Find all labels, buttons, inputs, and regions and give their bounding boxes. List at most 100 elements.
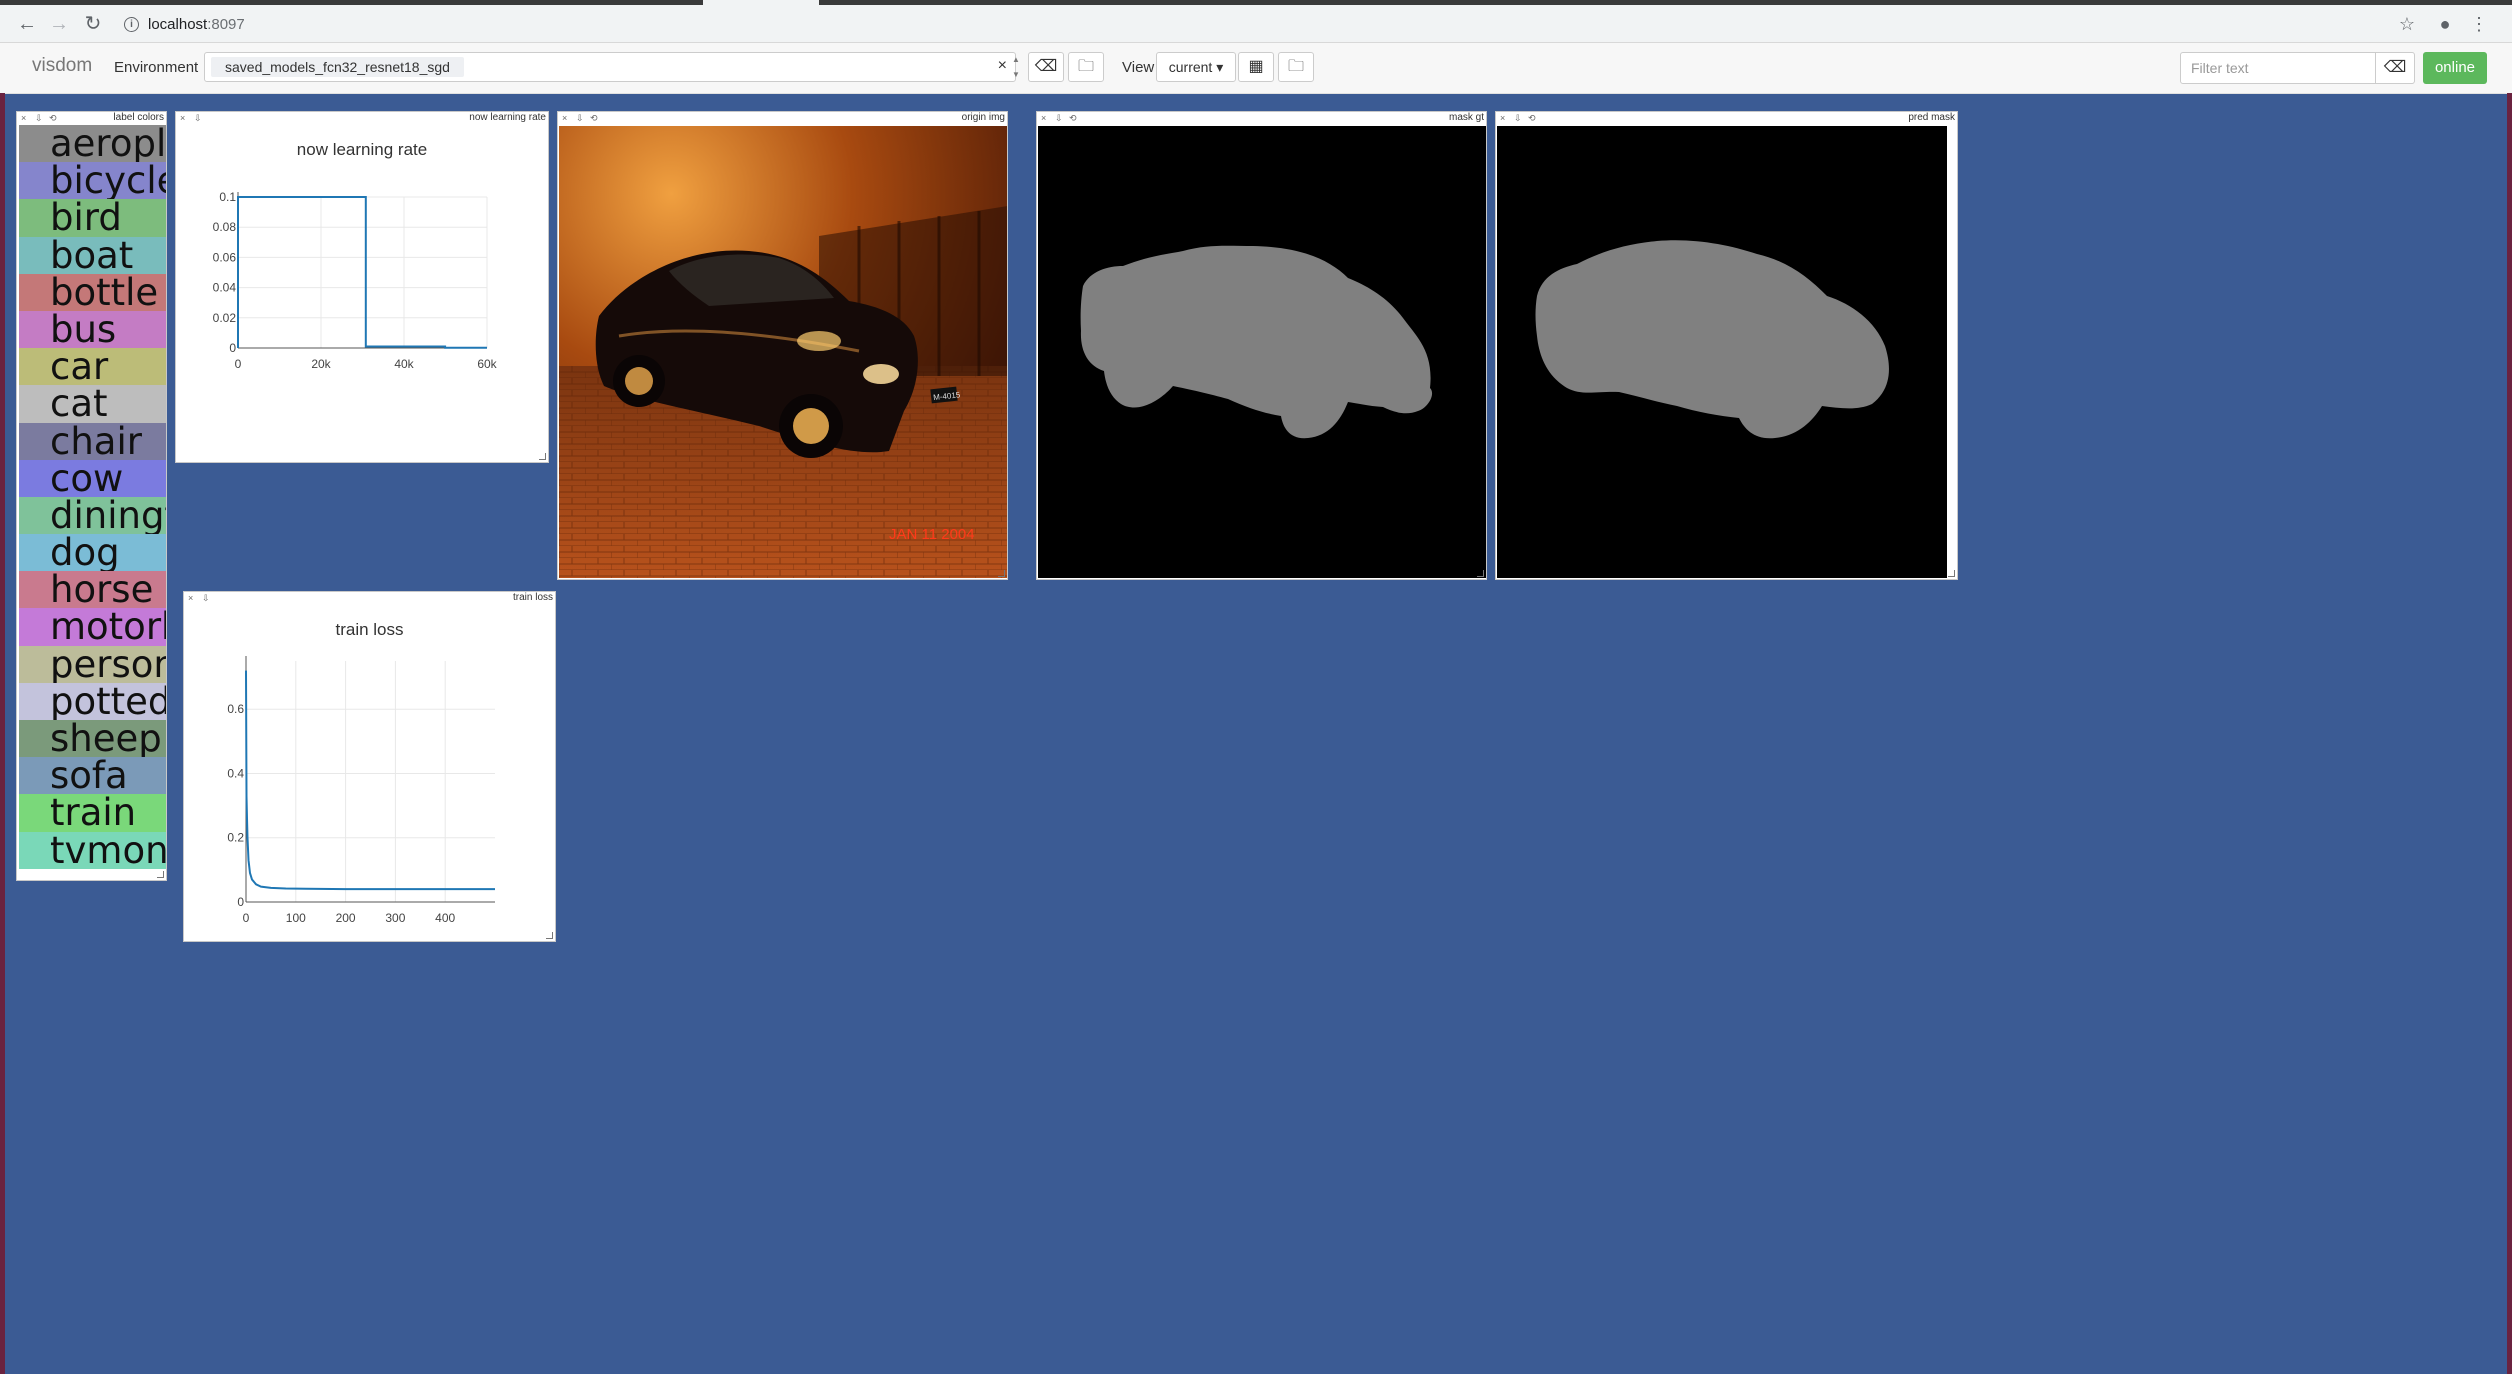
label-color-cow: cow [19,459,166,497]
label-color-bicycle: bicycle [19,162,166,200]
online-status-button[interactable]: online [2423,52,2487,84]
save-icon[interactable]: ⇩ [1514,112,1522,124]
y-tick-label: 0.2 [227,831,244,845]
x-tick-label: 300 [385,911,405,925]
resize-handle[interactable] [539,453,546,460]
save-icon[interactable]: ⇩ [35,112,43,124]
view-select[interactable]: current ▾ [1156,52,1236,82]
ground-truth-mask-image [1038,126,1486,578]
pane-label-colors[interactable]: × ⇩ ⟲ label colors aeroplanebicyclebirdb… [16,111,167,881]
manage-env-folder-icon[interactable]: 🗀 [1068,52,1104,82]
right-window-border [2507,93,2512,1374]
date-stamp: JAN 11 2004 [889,526,975,543]
env-scroll-arrows-icon[interactable]: ▲ ▼ [1011,52,1021,82]
brand-logo[interactable]: visdom [32,55,92,77]
resize-handle[interactable] [998,570,1005,577]
environment-chip[interactable]: saved_models_fcn32_resnet18_sgd [211,57,464,77]
resize-handle[interactable] [546,932,553,939]
pane-title: label colors [113,112,164,123]
clear-icon[interactable]: × [998,57,1007,75]
url-host: localhost [148,16,208,33]
manage-views-folder-icon[interactable]: 🗀 [1278,52,1314,82]
forward-icon[interactable]: → [46,11,72,37]
close-icon[interactable]: × [1041,112,1046,124]
label-color-horse: horse [19,571,166,609]
y-tick-label: 0 [237,895,244,909]
origin-car-photo: M-4015 JAN 11 2004 [559,126,1007,578]
reload-icon[interactable]: ↻ [80,11,106,37]
x-tick-label: 60k [477,357,497,371]
browser-toolbar: ← → ↻ i localhost:8097 ☆ ● ⋮ [0,5,2512,43]
label-color-bird: bird [19,199,166,237]
pane-titlebar[interactable]: × ⇩ ⟲ mask gt [1037,112,1486,124]
back-icon[interactable]: ← [14,11,40,37]
view-label: View [1122,59,1155,76]
address-bar[interactable]: localhost:8097 [148,16,245,33]
x-tick-label: 0 [243,911,250,925]
label-color-car: car [19,348,166,386]
pane-origin-img[interactable]: × ⇩ ⟲ origin img M-4015 JAN 11 2004 [557,111,1008,580]
learning-rate-chart[interactable]: 0 20k 40k 60k 0 0.02 0.04 0.06 0.08 0.1 [176,126,548,446]
close-icon[interactable]: × [188,592,193,604]
pane-mask-gt[interactable]: × ⇩ ⟲ mask gt [1036,111,1487,580]
pane-title: train loss [512,592,553,603]
save-icon[interactable]: ⇩ [576,112,584,124]
reset-icon[interactable]: ⟲ [49,112,57,124]
resize-handle[interactable] [1948,570,1955,577]
visdom-navbar: visdom Environment saved_models_fcn32_re… [0,43,2512,94]
grid-layout-icon[interactable]: ▦ [1238,52,1274,82]
bookmark-star-icon[interactable]: ☆ [2394,11,2420,37]
filter-clear-eraser-icon[interactable]: ⌫ [2375,52,2415,84]
y-tick-label: 0.4 [227,766,244,780]
pane-pred-mask[interactable]: × ⇩ ⟲ pred mask [1495,111,1958,580]
label-color-dog: dog [19,534,166,572]
close-icon[interactable]: × [21,112,26,124]
pane-learning-rate[interactable]: × ⇩ now learning rate now learning rate … [175,111,549,463]
x-tick-label: 100 [286,911,306,925]
y-tick-label: 0.08 [213,220,237,234]
reset-icon[interactable]: ⟲ [1528,112,1536,124]
x-tick-label: 40k [394,357,414,371]
menu-kebab-icon[interactable]: ⋮ [2466,11,2492,37]
environment-select[interactable]: saved_models_fcn32_resnet18_sgd × [204,52,1016,82]
filter-text-input[interactable] [2180,52,2376,84]
save-icon[interactable]: ⇩ [194,112,202,124]
label-color-bus: bus [19,310,166,349]
y-tick-label: 0.1 [219,190,236,204]
x-tick-label: 20k [311,357,331,371]
pane-title: mask gt [1448,112,1484,123]
pane-title: now learning rate [469,112,546,123]
save-icon[interactable]: ⇩ [202,592,210,604]
close-icon[interactable]: × [562,112,567,124]
label-color-sofa: sofa [19,757,166,795]
y-tick-label: 0.02 [213,311,237,325]
url-port: :8097 [207,16,245,33]
clear-env-eraser-icon[interactable]: ⌫ [1028,52,1064,82]
y-tick-label: 0.04 [213,281,237,295]
label-color-tvmonitor: tvmonitor [19,831,166,869]
close-icon[interactable]: × [180,112,185,124]
save-icon[interactable]: ⇩ [1055,112,1063,124]
train-loss-chart[interactable]: 0 100 200 300 400 0 0.2 0.4 0.6 [184,606,555,926]
pane-titlebar[interactable]: × ⇩ train loss [184,592,555,604]
label-color-diningtable: diningtable [19,496,166,535]
pane-titlebar[interactable]: × ⇩ ⟲ label colors [17,112,166,124]
series-line [237,196,487,349]
reset-icon[interactable]: ⟲ [590,112,598,124]
profile-icon[interactable]: ● [2432,11,2458,37]
pane-train-loss[interactable]: × ⇩ train loss train loss 0 100 200 300 400 0… [183,591,556,942]
site-info-icon[interactable]: i [124,17,139,32]
close-icon[interactable]: × [1500,112,1505,124]
label-color-pottedplant: pottedplant [19,682,166,720]
pane-titlebar[interactable]: × ⇩ ⟲ origin img [558,112,1007,124]
resize-handle[interactable] [157,871,164,878]
x-tick-label: 200 [336,911,356,925]
pane-titlebar[interactable]: × ⇩ now learning rate [176,112,548,124]
resize-handle[interactable] [1477,570,1484,577]
pane-titlebar[interactable]: × ⇩ ⟲ pred mask [1496,112,1957,124]
y-tick-label: 0.06 [213,250,237,264]
environment-label: Environment [114,59,199,76]
label-list: aeroplanebicyclebirdboatbottlebuscarcatc… [19,125,166,869]
reset-icon[interactable]: ⟲ [1069,112,1077,124]
left-window-border [0,93,5,1374]
